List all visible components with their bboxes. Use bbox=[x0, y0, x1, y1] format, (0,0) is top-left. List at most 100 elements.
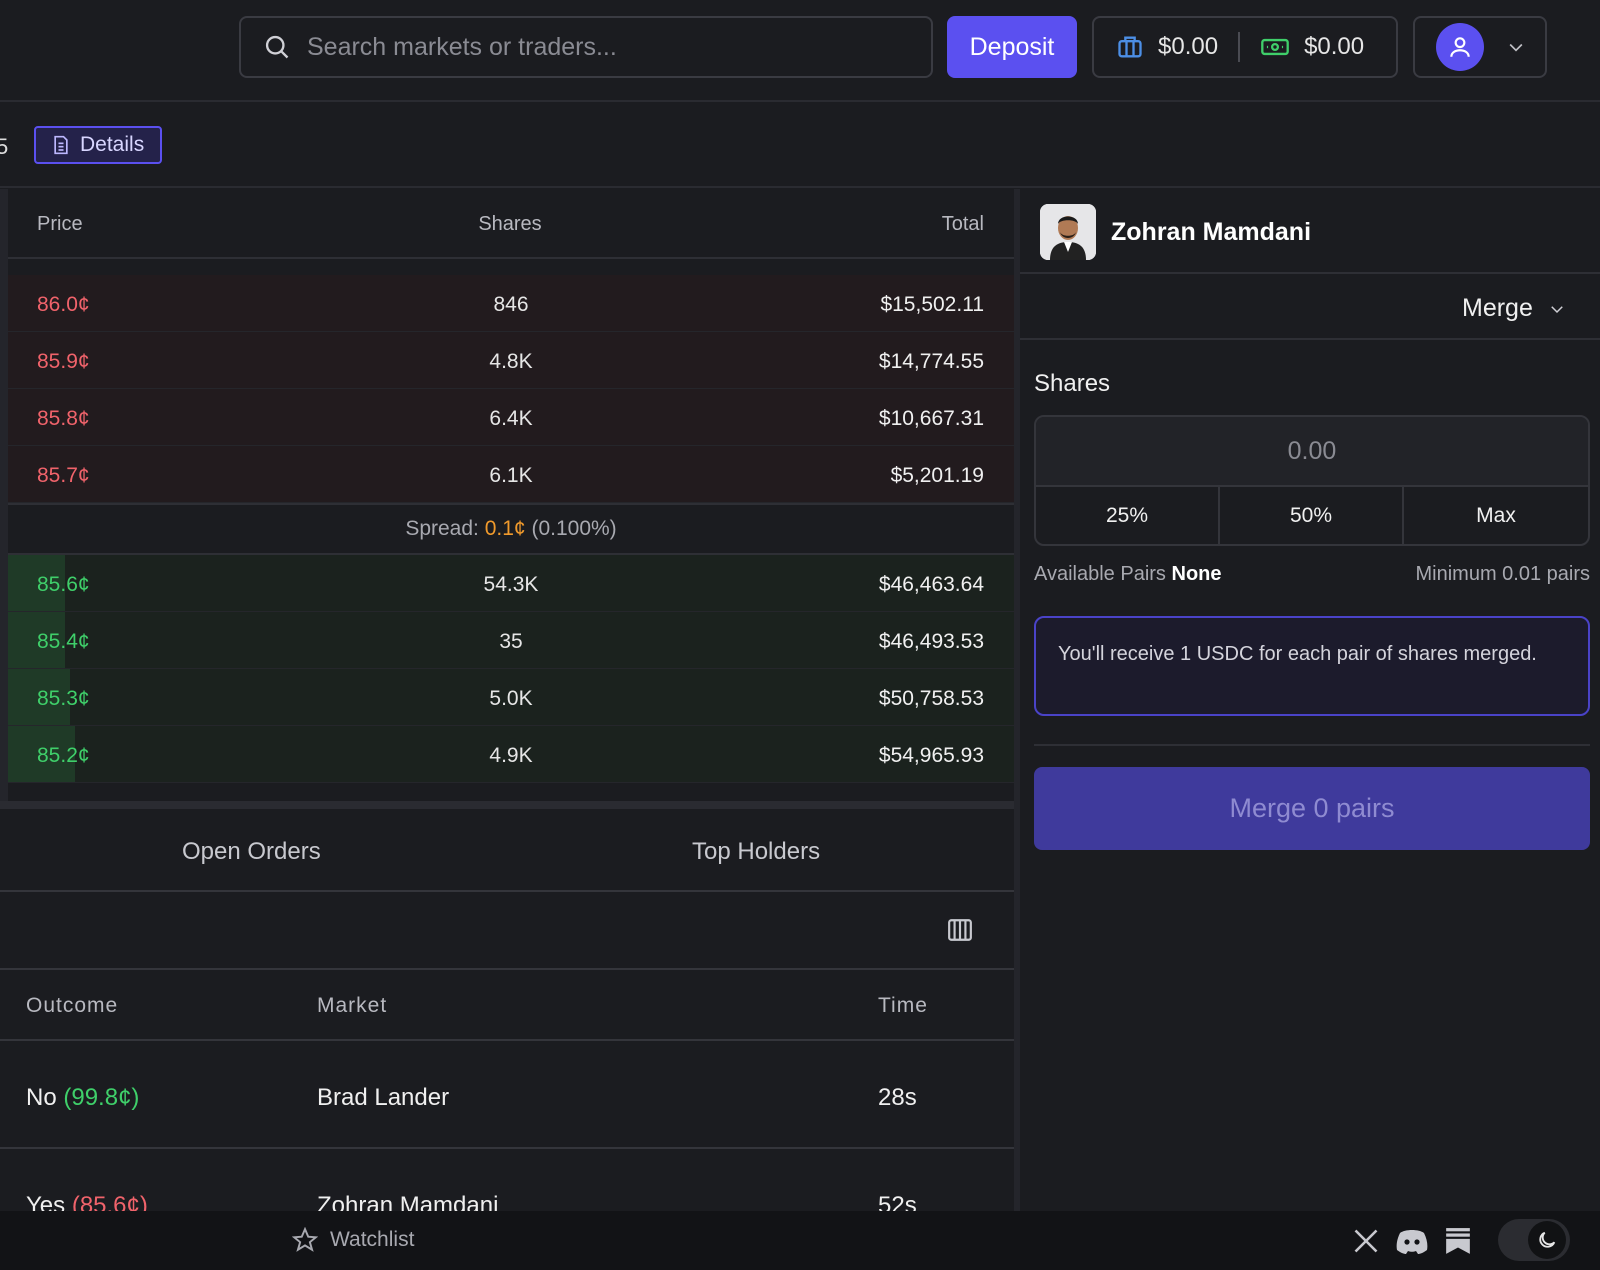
top-bar: Deposit $0.00 $0.00 bbox=[0, 0, 1600, 102]
order-book-rows: 86.0¢ 846 $15,502.11 85.9¢ 4.8K $14,774.… bbox=[8, 275, 1014, 783]
outcome-cell: No (99.8¢) bbox=[26, 1084, 140, 1111]
merge-button[interactable]: Merge 0 pairs bbox=[1034, 767, 1590, 850]
search-icon bbox=[265, 35, 289, 59]
search-box[interactable] bbox=[239, 16, 933, 78]
ask-row[interactable]: 85.8¢ 6.4K $10,667.31 bbox=[8, 389, 1014, 446]
ask-row[interactable]: 85.9¢ 4.8K $14,774.55 bbox=[8, 332, 1014, 389]
left-scroll-edge bbox=[0, 189, 8, 807]
outcome-column-header: Outcome bbox=[26, 994, 119, 1017]
50-percent-button[interactable]: 50% bbox=[1220, 487, 1404, 544]
moon-icon bbox=[1539, 1231, 1556, 1248]
balances-widget[interactable]: $0.00 $0.00 bbox=[1092, 16, 1398, 78]
bid-shares: 54.3K bbox=[483, 573, 539, 596]
bid-shares: 4.9K bbox=[489, 744, 533, 767]
footer-bar: Watchlist bbox=[0, 1211, 1600, 1270]
market-info-row: 5 Details bbox=[0, 104, 1600, 188]
ask-total: $5,201.19 bbox=[890, 464, 984, 487]
shares-column-header: Shares bbox=[478, 213, 542, 235]
watchlist-label: Watchlist bbox=[330, 1228, 415, 1251]
details-label: Details bbox=[80, 133, 145, 156]
merge-info-box: You'll receive 1 USDC for each pair of s… bbox=[1034, 616, 1590, 716]
market-cell: Zohran Mamdani bbox=[317, 1192, 499, 1211]
ask-shares: 6.1K bbox=[489, 464, 533, 487]
user-icon bbox=[1450, 37, 1470, 57]
chevron-down-icon bbox=[1509, 43, 1523, 52]
bid-total: $50,758.53 bbox=[878, 687, 984, 710]
total-column-header: Total bbox=[941, 213, 984, 235]
bid-total: $54,965.93 bbox=[878, 744, 984, 767]
market-column-header: Market bbox=[317, 994, 388, 1017]
watchlist-button[interactable]: Watchlist bbox=[292, 1227, 414, 1253]
shares-label: Shares bbox=[1034, 370, 1111, 397]
25-percent-button[interactable]: 25% bbox=[1036, 487, 1220, 544]
order-book: Price Shares Total 86.0¢ 846 $15,502.11 … bbox=[0, 189, 1014, 809]
candidate-photo bbox=[1040, 204, 1096, 260]
spread-value: 0.1¢ bbox=[484, 517, 526, 540]
ask-total: $15,502.11 bbox=[880, 293, 984, 316]
document-icon bbox=[54, 135, 68, 155]
substack-icon[interactable] bbox=[1445, 1227, 1471, 1255]
shares-input[interactable] bbox=[1036, 417, 1588, 487]
ask-row[interactable]: 86.0¢ 846 $15,502.11 bbox=[8, 275, 1014, 332]
market-cell: Brad Lander bbox=[317, 1084, 450, 1111]
bid-row[interactable]: 85.6¢ 54.3K $46,463.64 bbox=[8, 555, 1014, 612]
available-pairs: Available Pairs None bbox=[1034, 563, 1222, 585]
spread-percent: (0.100%) bbox=[531, 517, 617, 540]
bid-row[interactable]: 85.3¢ 5.0K $50,758.53 bbox=[8, 669, 1014, 726]
user-menu-button[interactable] bbox=[1413, 16, 1547, 78]
trade-panel: Zohran Mamdani Merge Shares 25% 50% Max … bbox=[1020, 189, 1600, 1211]
cash-icon bbox=[1261, 38, 1289, 56]
details-button[interactable]: Details bbox=[34, 126, 162, 164]
time-column-header: Time bbox=[878, 994, 928, 1017]
max-button[interactable]: Max bbox=[1404, 487, 1588, 544]
ask-shares: 846 bbox=[493, 293, 529, 316]
shares-input-group: 25% 50% Max bbox=[1034, 415, 1590, 546]
time-cell: 28s bbox=[878, 1084, 917, 1111]
discord-icon[interactable] bbox=[1395, 1227, 1429, 1255]
divider bbox=[1034, 744, 1590, 746]
truncated-text: 5 bbox=[0, 134, 9, 159]
deposit-button[interactable]: Deposit bbox=[947, 16, 1077, 78]
bid-row[interactable]: 85.4¢ 35 $46,493.53 bbox=[8, 612, 1014, 669]
mode-label: Merge bbox=[1462, 294, 1533, 322]
table-row[interactable]: No (99.8¢) Brad Lander 28s bbox=[0, 1043, 1014, 1149]
portfolio-balance: $0.00 bbox=[1158, 33, 1219, 60]
bid-total: $46,463.64 bbox=[878, 573, 984, 596]
price-column-header: Price bbox=[37, 213, 83, 235]
theme-toggle[interactable] bbox=[1498, 1219, 1570, 1261]
spread-row: Spread: 0.1¢ (0.100%) bbox=[8, 503, 1014, 555]
spread-label: Spread: bbox=[405, 517, 479, 540]
avatar bbox=[1436, 23, 1484, 71]
theme-toggle-knob bbox=[1528, 1221, 1566, 1259]
minimum-pairs: Minimum 0.01 pairs bbox=[1415, 563, 1590, 585]
orders-toolbar bbox=[0, 892, 1014, 970]
resize-handle[interactable] bbox=[0, 801, 1014, 809]
candidate-name: Zohran Mamdani bbox=[1111, 218, 1312, 246]
activity-tabs: Open Orders Top Holders bbox=[0, 810, 1014, 892]
tab-top-holders[interactable]: Top Holders bbox=[692, 838, 820, 866]
table-row[interactable]: Yes (85.6¢) Zohran Mamdani 52s bbox=[0, 1151, 1014, 1211]
bid-row[interactable]: 85.2¢ 4.9K $54,965.93 bbox=[8, 726, 1014, 783]
ask-total: $10,667.31 bbox=[878, 407, 984, 430]
order-book-header: Price Shares Total bbox=[8, 189, 1014, 259]
star-icon bbox=[292, 1227, 318, 1252]
outcome-cell: Yes (85.6¢) bbox=[26, 1192, 148, 1211]
cash-balance: $0.00 bbox=[1304, 33, 1365, 60]
bid-shares: 5.0K bbox=[489, 687, 533, 710]
columns-icon[interactable] bbox=[947, 917, 973, 943]
mode-selector[interactable]: Merge bbox=[1020, 275, 1600, 340]
ask-row[interactable]: 85.7¢ 6.1K $5,201.19 bbox=[8, 446, 1014, 503]
ask-shares: 6.4K bbox=[489, 407, 533, 430]
balance-divider bbox=[1238, 32, 1241, 62]
time-cell: 52s bbox=[878, 1192, 917, 1211]
x-icon[interactable] bbox=[1352, 1227, 1380, 1255]
portfolio-icon bbox=[1118, 36, 1142, 58]
orders-table-header: Outcome Market Time bbox=[0, 970, 1014, 1041]
ask-shares: 4.8K bbox=[489, 350, 533, 373]
ask-total: $14,774.55 bbox=[878, 350, 984, 373]
tab-open-orders[interactable]: Open Orders bbox=[182, 838, 321, 866]
search-input[interactable] bbox=[307, 32, 907, 62]
chevron-down-icon bbox=[1551, 306, 1563, 314]
bid-shares: 35 bbox=[499, 630, 523, 653]
candidate-header: Zohran Mamdani bbox=[1020, 189, 1600, 274]
